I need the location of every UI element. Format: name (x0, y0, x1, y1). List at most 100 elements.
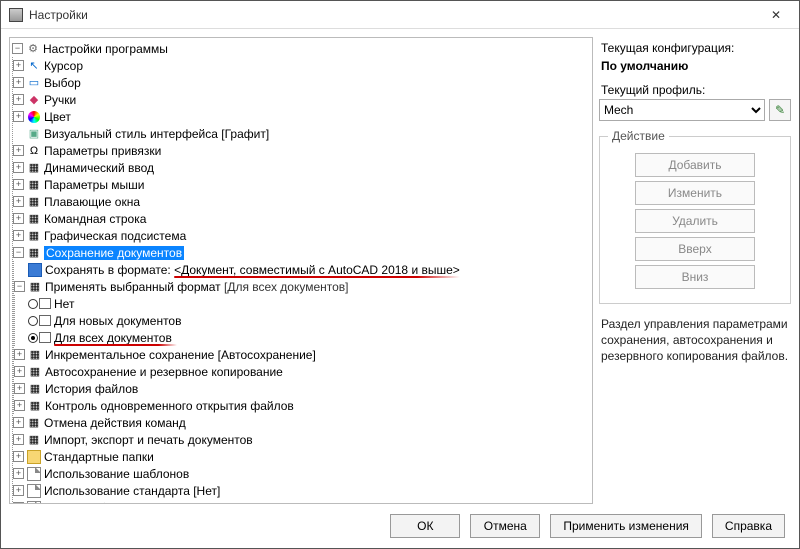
undo-icon: ▦ (27, 416, 41, 430)
expand-icon[interactable]: + (13, 196, 24, 207)
collapse-icon[interactable]: − (14, 281, 25, 292)
tree-item-cursor[interactable]: Курсор (44, 59, 83, 73)
profile-edit-button[interactable]: ✎ (769, 99, 791, 121)
expand-icon[interactable]: + (13, 230, 24, 241)
tree-incsave[interactable]: Инкрементальное сохранение [Автосохранен… (45, 348, 316, 362)
config-value: По умолчанию (601, 59, 789, 73)
tree-item-docsave[interactable]: Сохранение документов (44, 246, 184, 260)
expand-icon[interactable]: + (13, 179, 24, 190)
config-label: Текущая конфигурация: (601, 41, 789, 55)
dialog-buttons: ОК Отмена Применить изменения Справка (1, 504, 799, 548)
collapse-icon[interactable]: − (12, 43, 23, 54)
radio-on-icon[interactable] (28, 333, 38, 343)
expand-icon[interactable]: + (14, 400, 25, 411)
down-button[interactable]: Вниз (635, 265, 755, 289)
option-icon (39, 315, 51, 326)
standard-icon (27, 484, 41, 498)
tree-history[interactable]: История файлов (45, 382, 138, 396)
tree-root[interactable]: Настройки программы (43, 42, 168, 56)
option-icon (39, 298, 51, 309)
window-title: Настройки (29, 8, 761, 22)
expand-icon[interactable]: + (14, 383, 25, 394)
up-button[interactable]: Вверх (635, 237, 755, 261)
expand-icon[interactable]: + (13, 451, 24, 462)
tree-item-dyninput[interactable]: Динамический ввод (44, 161, 154, 175)
tree-item-templates[interactable]: Использование шаблонов (44, 467, 189, 481)
expand-icon[interactable]: + (13, 77, 24, 88)
expand-icon[interactable]: + (13, 145, 24, 156)
tree-item-standard[interactable]: Использование стандарта [Нет] (44, 484, 220, 498)
tree-item-stdfolders[interactable]: Стандартные папки (44, 450, 154, 464)
profile-select[interactable]: Mech (599, 99, 765, 121)
ok-button[interactable]: ОК (390, 514, 460, 538)
expand-icon[interactable]: + (13, 213, 24, 224)
floatwin-icon: ▦ (27, 195, 41, 209)
concurrent-icon: ▦ (28, 399, 42, 413)
expand-icon[interactable]: + (13, 485, 24, 496)
help-button[interactable]: Справка (712, 514, 785, 538)
applyfmt-icon: ▦ (28, 280, 42, 294)
snap-icon: Ω (27, 144, 41, 158)
titlebar: Настройки ✕ (1, 1, 799, 29)
ioprint-icon: ▦ (27, 433, 41, 447)
expand-icon[interactable]: + (13, 417, 24, 428)
edit-button[interactable]: Изменить (635, 181, 755, 205)
disk-icon (28, 263, 42, 277)
app-icon (9, 8, 23, 22)
tree-applyfmt-label[interactable]: Применять выбранный формат (45, 280, 221, 294)
actions-group: Действие Добавить Изменить Удалить Вверх… (599, 129, 791, 304)
radio-off-icon[interactable] (28, 299, 38, 309)
tree-item-undo[interactable]: Отмена действия команд (44, 416, 186, 430)
section-description: Раздел управления параметрами сохранения… (601, 316, 789, 365)
tree-item-cmdline[interactable]: Командная строка (44, 212, 146, 226)
tree-saveas-label[interactable]: Сохранять в формате: (45, 263, 171, 277)
option-icon (39, 332, 51, 343)
history-icon: ▦ (28, 382, 42, 396)
edit-icon: ✎ (775, 103, 785, 117)
template-icon (27, 467, 41, 481)
settings-tree[interactable]: − ⚙ Настройки программы +↖Курсор +▭Выбор… (9, 37, 593, 504)
side-panel: Текущая конфигурация: По умолчанию Текущ… (599, 37, 791, 504)
tree-applyfmt-value: [Для всех документов] (224, 280, 349, 294)
theme-icon: ▣ (27, 127, 41, 141)
tree-item-floatwin[interactable]: Плавающие окна (44, 195, 140, 209)
tree-opt-all[interactable]: Для всех документов (54, 331, 172, 345)
gears-icon: ⚙ (26, 42, 40, 56)
expand-icon[interactable]: + (13, 94, 24, 105)
expand-icon[interactable]: + (14, 349, 25, 360)
radio-off-icon[interactable] (28, 316, 38, 326)
tree-autosave[interactable]: Автосохранение и резервное копирование (45, 365, 283, 379)
tree-item-handles[interactable]: Ручки (44, 93, 76, 107)
tree-item-select[interactable]: Выбор (44, 76, 81, 90)
expand-icon[interactable]: + (13, 468, 24, 479)
tree-concurrent[interactable]: Контроль одновременного открытия файлов (45, 399, 294, 413)
add-button[interactable]: Добавить (635, 153, 755, 177)
delete-button[interactable]: Удалить (635, 209, 755, 233)
expand-icon[interactable]: + (13, 60, 24, 71)
cancel-button[interactable]: Отмена (470, 514, 540, 538)
tree-opt-new[interactable]: Для новых документов (54, 314, 181, 328)
dyninput-icon: ▦ (27, 161, 41, 175)
apply-button[interactable]: Применить изменения (550, 514, 702, 538)
tree-item-ioprint[interactable]: Импорт, экспорт и печать документов (44, 433, 253, 447)
incsave-icon: ▦ (28, 348, 42, 362)
select-icon: ▭ (27, 76, 41, 90)
tree-item-mouse[interactable]: Параметры мыши (44, 178, 145, 192)
tree-item-snap[interactable]: Параметры привязки (44, 144, 161, 158)
collapse-icon[interactable]: − (13, 247, 24, 258)
expand-icon[interactable]: + (13, 162, 24, 173)
close-icon[interactable]: ✕ (761, 5, 791, 25)
tree-item-visualstyle[interactable]: Визуальный стиль интерфейса [Графит] (44, 127, 269, 141)
actions-legend: Действие (608, 129, 669, 143)
mouse-icon: ▦ (27, 178, 41, 192)
tree-saveas-value[interactable]: <Документ, совместимый с AutoCAD 2018 и … (174, 263, 460, 277)
cursor-icon: ↖ (27, 59, 41, 73)
expand-icon[interactable]: + (13, 111, 24, 122)
expand-icon[interactable]: + (14, 366, 25, 377)
expand-icon[interactable]: + (13, 434, 24, 445)
tree-item-gfx[interactable]: Графическая подсистема (44, 229, 186, 243)
tree-opt-no[interactable]: Нет (54, 297, 74, 311)
color-icon (28, 111, 40, 123)
tree-item-color[interactable]: Цвет (44, 110, 71, 124)
autosave-icon: ▦ (28, 365, 42, 379)
